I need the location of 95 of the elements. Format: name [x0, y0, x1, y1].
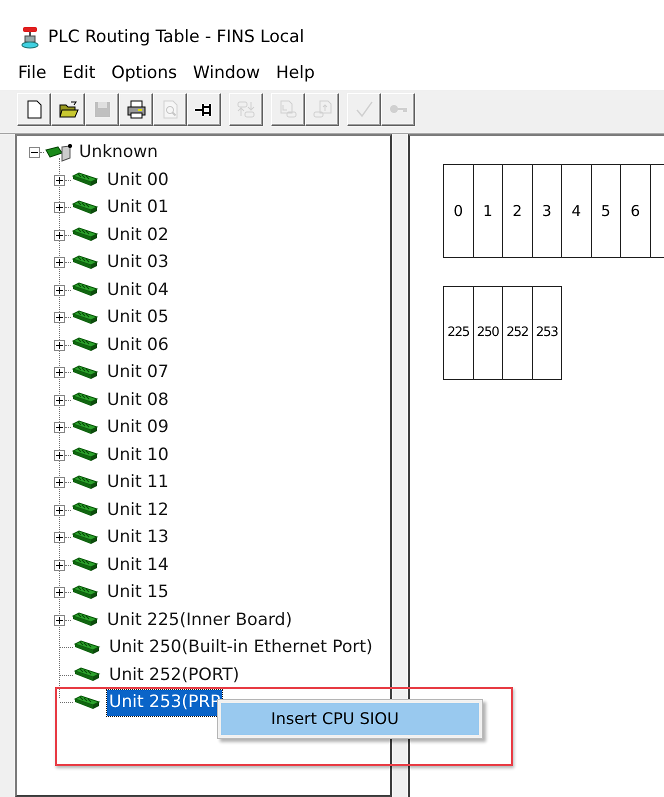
tree-node-label[interactable]: Unit 02	[105, 222, 171, 248]
menu-item[interactable]: Edit	[62, 61, 96, 87]
tree-node-label[interactable]: Unit 11	[105, 470, 171, 496]
plus-icon	[56, 562, 63, 569]
pin-button[interactable]	[187, 93, 221, 126]
circuit-board-icon	[71, 198, 101, 217]
printer-button[interactable]	[119, 93, 153, 126]
folder-button[interactable]	[51, 93, 85, 126]
tree-node-label[interactable]: Unit 12	[105, 498, 171, 523]
circuit-board-icon	[73, 694, 103, 712]
circuit-board-icon	[71, 308, 101, 327]
plus-icon	[56, 232, 63, 239]
expand-toggle[interactable]	[54, 560, 65, 571]
expand-toggle[interactable]	[54, 532, 65, 544]
checkmark-icon	[354, 99, 374, 120]
circuit-board-icon	[71, 474, 101, 492]
expand-toggle[interactable]	[54, 587, 65, 598]
expand-toggle[interactable]	[54, 312, 65, 324]
expand-toggle[interactable]	[54, 394, 65, 406]
expand-toggle[interactable]	[54, 450, 65, 461]
document-button[interactable]	[17, 93, 51, 126]
menu-item[interactable]: Window	[192, 61, 260, 87]
plus-icon	[56, 452, 63, 459]
rack-slot[interactable]: 252	[503, 287, 532, 379]
expand-toggle[interactable]	[54, 257, 65, 268]
plus-icon	[56, 176, 63, 184]
collapse-toggle[interactable]	[29, 147, 40, 158]
rack-icon	[44, 144, 74, 162]
expand-toggle[interactable]	[54, 614, 65, 626]
rack-slot[interactable]: 4	[562, 165, 592, 257]
rack-slot[interactable]: 250	[474, 287, 503, 379]
tree-node-label[interactable]: Unit 225(Inner Board)	[105, 608, 294, 633]
menu-item[interactable]: Insert CPU SIOU	[221, 703, 479, 735]
tree-node-label[interactable]: Unit 08	[105, 388, 171, 413]
plus-icon	[56, 204, 63, 212]
document-transfer-icon	[312, 99, 332, 120]
expand-toggle[interactable]	[54, 477, 65, 488]
tree-node-label[interactable]: Unit 03	[105, 250, 171, 276]
tree-node-label[interactable]: Unit 06	[105, 332, 171, 358]
circuit-board-icon	[73, 638, 103, 657]
rack-slot[interactable]: 3	[532, 165, 562, 257]
plus-icon	[56, 286, 63, 294]
plus-icon	[56, 479, 63, 486]
expand-toggle[interactable]	[54, 230, 65, 241]
rack-slot[interactable]: 0	[444, 165, 474, 257]
menu-item[interactable]: Options	[111, 61, 177, 87]
menu-item[interactable]: File	[18, 61, 46, 87]
plus-icon	[56, 369, 63, 376]
tree-node-label[interactable]: Unit 13	[105, 525, 171, 550]
plus-icon	[56, 534, 63, 542]
printer-icon	[126, 99, 146, 120]
tree-node-label[interactable]: Unit 04	[105, 278, 171, 303]
tree-node-label[interactable]: Unit 09	[105, 415, 171, 440]
expand-toggle[interactable]	[54, 504, 65, 516]
rack-slot[interactable]: 2	[503, 165, 532, 257]
expand-toggle[interactable]	[54, 422, 65, 434]
tree-node-label[interactable]: Unit 15	[105, 580, 171, 606]
tree-node-label[interactable]: Unit 01	[105, 195, 171, 220]
plus-icon	[56, 342, 63, 349]
circuit-board-icon	[71, 584, 101, 602]
circuit-board-icon	[71, 364, 101, 382]
tree-node-label[interactable]: Unit 250(Built-in Ethernet Port)	[107, 635, 375, 660]
plus-icon	[56, 616, 63, 624]
plus-icon	[56, 424, 63, 432]
circuit-board-icon	[71, 418, 101, 437]
expand-toggle[interactable]	[54, 284, 65, 296]
rack-slot[interactable]: 6	[621, 165, 650, 257]
plus-icon	[56, 259, 63, 266]
expand-toggle[interactable]	[54, 367, 65, 378]
rack-slot[interactable]: 5	[592, 165, 621, 257]
tree-node-label[interactable]: Unit 07	[105, 360, 171, 386]
expand-toggle[interactable]	[54, 174, 65, 186]
plus-icon	[56, 506, 63, 514]
expand-toggle[interactable]	[54, 340, 65, 351]
tree-node-label[interactable]: Unknown	[77, 140, 160, 166]
window-title: PLC Routing Table - FINS Local	[48, 26, 304, 50]
tree-node-label[interactable]: Unit 10	[105, 442, 171, 468]
rack-slot[interactable]: 225	[444, 287, 474, 379]
tree-node-label[interactable]: Unit 00	[105, 168, 171, 193]
document-transfer-icon	[278, 99, 298, 120]
app-icon	[20, 27, 40, 49]
tree-node-label[interactable]: Unit 252(PORT)	[107, 662, 242, 688]
plus-icon	[56, 589, 63, 596]
transfer-icon	[236, 99, 256, 120]
menu-item[interactable]: Help	[276, 61, 315, 87]
rack-slot[interactable]: 253	[532, 287, 562, 379]
plus-icon	[56, 396, 63, 404]
rack-slot[interactable]: 1	[474, 165, 503, 257]
circuit-board-icon	[71, 528, 101, 547]
circuit-board-icon	[71, 254, 101, 272]
tree-node-label[interactable]: Unit 05	[105, 305, 171, 330]
tree-node-label[interactable]: Unit 14	[105, 552, 171, 578]
expand-toggle[interactable]	[54, 202, 65, 214]
plus-icon	[56, 314, 63, 322]
folder-icon	[58, 99, 78, 120]
